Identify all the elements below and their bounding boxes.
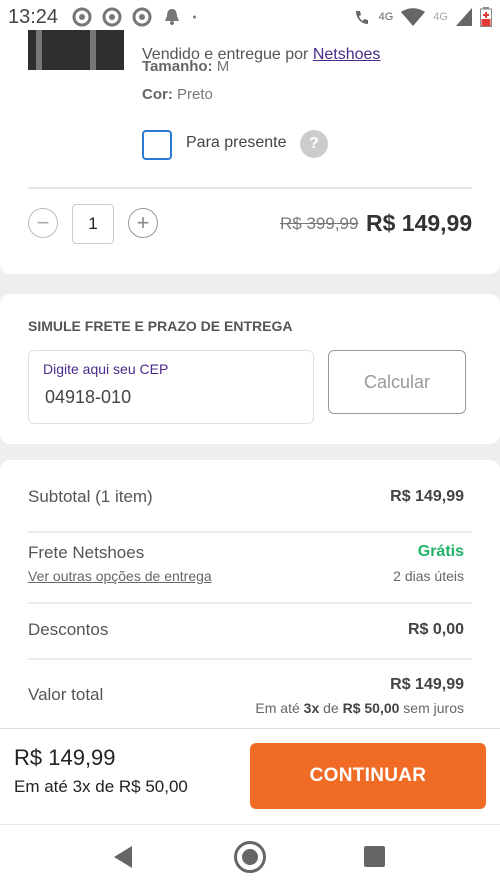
cep-value[interactable]: 04918-010 — [45, 387, 131, 408]
chrome-icon — [132, 7, 152, 27]
color-label: Cor: — [142, 86, 173, 103]
total-label: Valor total — [28, 685, 104, 704]
network-label: 4G — [378, 11, 394, 23]
shipping-value: Grátis — [417, 543, 464, 560]
quantity-decrease-button[interactable]: − — [28, 208, 58, 238]
install-mid: de — [319, 700, 343, 716]
battery-low-icon — [480, 7, 492, 27]
shipping-eta: 2 dias úteis — [393, 568, 464, 584]
shipping-title: SIMULE FRETE E PRAZO DE ENTREGA — [28, 318, 293, 334]
status-time: 13:24 — [8, 5, 59, 28]
chrome-icon — [102, 7, 122, 27]
subtotal-value: R$ 149,99 — [390, 488, 464, 505]
seller-link[interactable]: Netshoes — [313, 46, 381, 63]
total-installments: Em até 3x de R$ 50,00 sem juros — [255, 700, 464, 716]
install-suffix: sem juros — [399, 700, 464, 716]
order-summary-card: Subtotal (1 item) R$ 149,99 Frete Netsho… — [0, 460, 500, 740]
old-price: R$ 399,99 — [280, 214, 359, 233]
product-thumbnail[interactable] — [28, 30, 124, 70]
discount-label: Descontos — [28, 620, 109, 639]
size-value: M — [216, 58, 230, 75]
color-value: Preto — [177, 86, 213, 103]
divider — [28, 658, 472, 660]
home-icon[interactable] — [234, 841, 266, 873]
size-attribute: Tamanho: M — [142, 58, 229, 75]
signal-icon — [456, 8, 472, 26]
shipping-label: Frete Netshoes — [28, 543, 145, 562]
notification-bell-icon — [165, 9, 180, 25]
status-bar: 13:24 4G 4G — [0, 0, 500, 34]
current-price: R$ 149,99 — [366, 210, 473, 236]
gift-label: Para presente — [186, 134, 287, 151]
dot-icon — [193, 15, 197, 19]
divider — [28, 187, 472, 189]
size-label: Tamanho: — [142, 58, 213, 75]
network-label: 4G — [433, 11, 448, 23]
quantity-increase-button[interactable]: + — [128, 208, 158, 238]
divider — [28, 602, 472, 604]
chrome-icon — [72, 7, 92, 27]
back-icon[interactable] — [114, 846, 132, 868]
continue-button[interactable]: CONTINUAR — [250, 743, 486, 809]
total-value: R$ 149,99 — [390, 676, 464, 693]
footer-price: R$ 149,99 — [14, 745, 116, 770]
quantity-input[interactable]: 1 — [72, 204, 114, 244]
divider — [28, 531, 472, 533]
footer-installments: Em até 3x de R$ 50,00 — [14, 777, 188, 796]
system-nav-bar — [0, 824, 500, 889]
install-amount: R$ 50,00 — [342, 700, 400, 716]
subtotal-label: Subtotal (1 item) — [28, 487, 153, 506]
help-icon[interactable]: ? — [300, 130, 328, 158]
calculate-button[interactable]: Calcular — [328, 350, 466, 414]
cep-input[interactable]: Digite aqui seu CEP 04918-010 — [28, 350, 314, 424]
install-prefix: Em até — [255, 700, 304, 716]
shipping-simulator-card: SIMULE FRETE E PRAZO DE ENTREGA Digite a… — [0, 294, 500, 444]
product-card: Vendido e entregue por Netshoes Tamanho:… — [0, 30, 500, 274]
cep-label: Digite aqui seu CEP — [43, 361, 169, 377]
install-count: 3x — [303, 700, 320, 716]
checkout-bar: R$ 149,99 Em até 3x de R$ 50,00 CONTINUA… — [0, 728, 500, 824]
discount-value: R$ 0,00 — [407, 621, 464, 638]
gift-checkbox[interactable] — [142, 130, 172, 160]
wifi-call-icon — [355, 11, 368, 24]
wifi-icon — [401, 8, 426, 26]
recent-apps-icon[interactable] — [364, 846, 385, 867]
color-attribute: Cor: Preto — [142, 86, 213, 103]
other-shipping-options-link[interactable]: Ver outras opções de entrega — [28, 568, 212, 584]
